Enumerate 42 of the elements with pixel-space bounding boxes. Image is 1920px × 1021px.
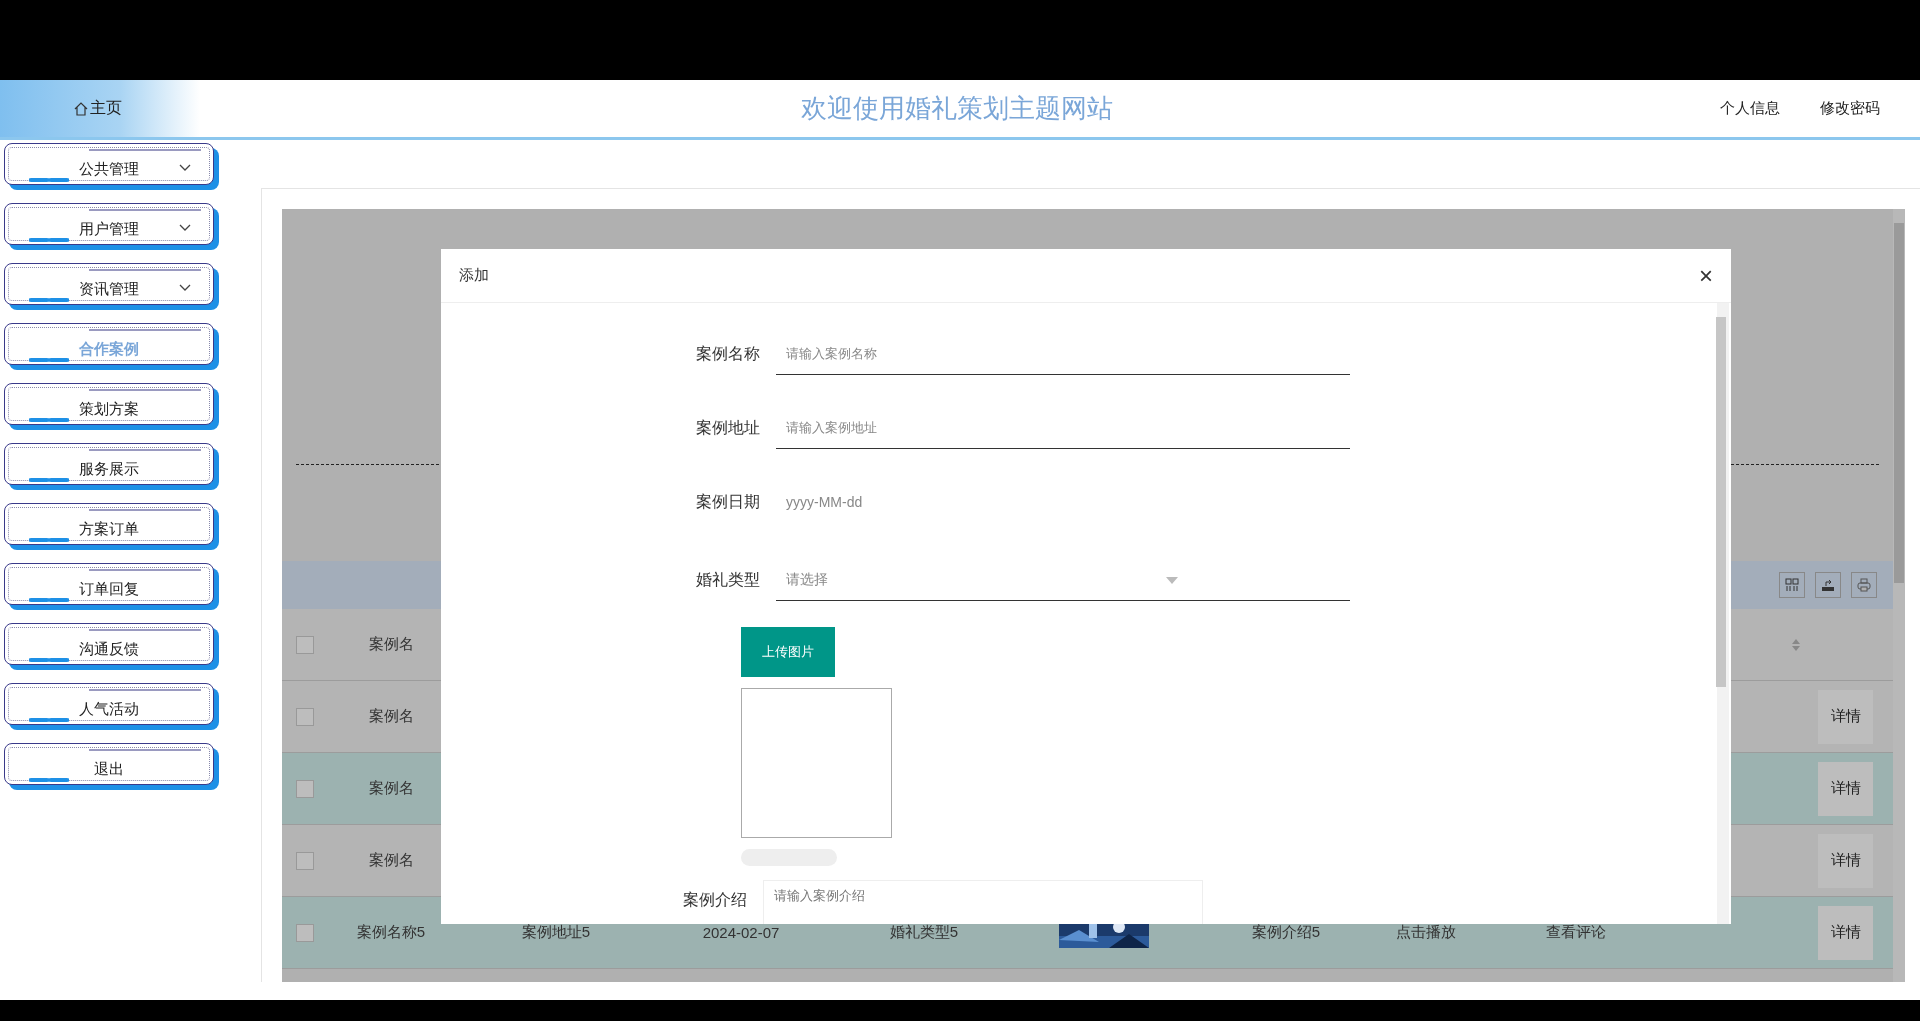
close-button[interactable]: × <box>1699 261 1713 290</box>
table-cell-text: 婚礼类型5 <box>888 923 960 942</box>
table-cell-text: 案例名 <box>367 707 415 726</box>
checkbox[interactable] <box>296 707 314 726</box>
checkbox[interactable] <box>296 923 314 942</box>
print-icon[interactable] <box>1851 572 1877 598</box>
sort-icon[interactable] <box>1791 637 1801 652</box>
export-icon[interactable] <box>1815 572 1841 598</box>
field-label: 案例地址 <box>695 417 761 438</box>
table-cell-text: 案例地址5 <box>520 923 592 942</box>
select-field[interactable]: 请选择 <box>776 559 1350 601</box>
table-cell-text: 案例名 <box>367 779 415 798</box>
scrollbar[interactable] <box>1893 209 1905 982</box>
field-label: 婚礼类型 <box>695 569 761 590</box>
details-button[interactable]: 详情 <box>1818 905 1873 960</box>
table-cell-text: 案例名称5 <box>355 923 427 942</box>
checkbox[interactable] <box>296 635 314 654</box>
table-cell[interactable]: 点击播放 <box>1376 923 1476 942</box>
textarea-field[interactable]: 请输入案例介绍 <box>763 880 1203 924</box>
upload-button[interactable]: 上传图片 <box>741 627 835 677</box>
field-label: 案例日期 <box>695 491 761 512</box>
dialog-title: 添加 <box>459 266 489 285</box>
checkbox[interactable] <box>296 851 314 870</box>
details-button[interactable]: 详情 <box>1818 833 1873 888</box>
details-button[interactable]: 详情 <box>1818 689 1873 744</box>
checkbox[interactable] <box>296 779 314 798</box>
columns-icon[interactable] <box>1779 572 1805 598</box>
home-link[interactable]: 主页 <box>74 98 194 119</box>
scrollbar[interactable] <box>1717 303 1729 924</box>
table-cell[interactable]: 查看评论 <box>1476 923 1676 942</box>
details-button[interactable]: 详情 <box>1818 761 1873 816</box>
header-link[interactable]: 修改密码 <box>1820 99 1880 118</box>
column-header: 案例名 <box>367 635 415 654</box>
site-title: 欢迎使用婚礼策划主题网站 <box>801 92 1113 125</box>
field-label: 案例介绍 <box>682 890 748 910</box>
header-link[interactable]: 个人信息 <box>1720 99 1780 118</box>
table-cell-text: 案例名 <box>367 851 415 870</box>
table-cell-text: 2024-02-07 <box>701 924 781 941</box>
table-cell-text: 案例介绍5 <box>1250 923 1322 942</box>
home-icon <box>74 101 88 116</box>
field-label: 案例名称 <box>695 343 761 364</box>
dropdown-arrow-icon <box>1166 577 1178 584</box>
